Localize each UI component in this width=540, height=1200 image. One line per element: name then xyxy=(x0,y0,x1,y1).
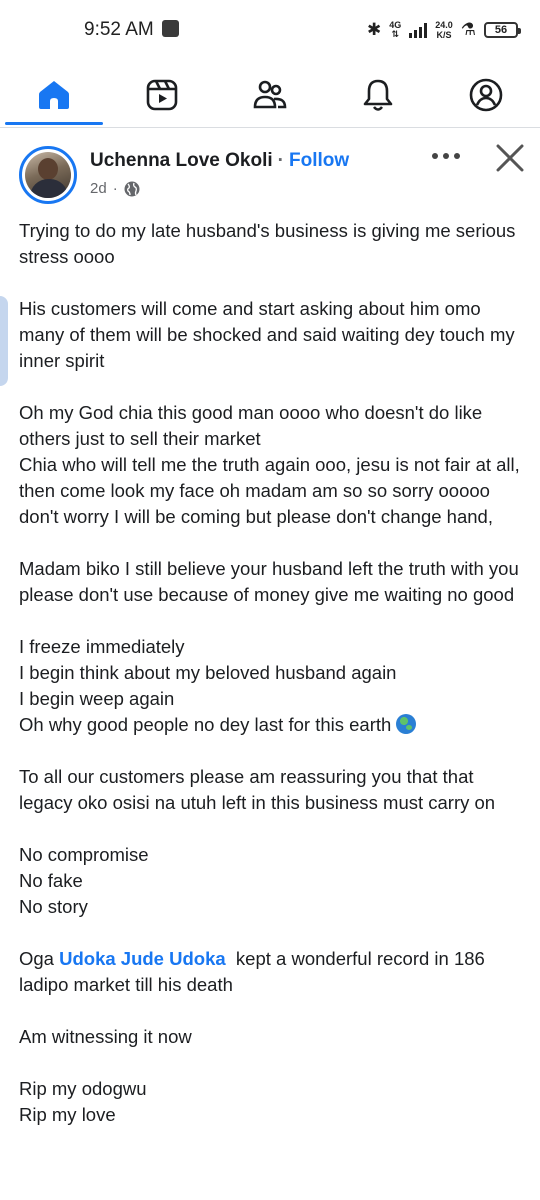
post-paragraph: Oga Udoka Jude Udoka kept a wonderful re… xyxy=(19,946,529,998)
post-line: To all our customers please am reassurin… xyxy=(19,766,496,813)
post-line: No story xyxy=(19,896,88,917)
author-name[interactable]: Uchenna Love Okoli xyxy=(90,150,273,171)
nav-home[interactable] xyxy=(4,64,104,126)
post-time[interactable]: 2d xyxy=(90,180,107,197)
top-nav-bar xyxy=(0,64,540,126)
network-indicator: 4G ⇅ xyxy=(389,21,401,39)
scroll-edge-indicator xyxy=(0,296,8,386)
nav-video[interactable] xyxy=(112,64,212,126)
post-author-line: Uchenna Love Okoli · Follow xyxy=(90,150,349,172)
meta-separator: · xyxy=(112,180,118,197)
post-line: Trying to do my late husband's business … xyxy=(19,220,516,267)
status-bar: 9:52 AM ✱ 4G ⇅ 24.0 K/S ⚗ 56 xyxy=(0,0,540,60)
mention-link[interactable]: Udoka Jude Udoka xyxy=(59,948,226,969)
post-meta: 2d · xyxy=(90,180,140,197)
home-icon xyxy=(39,81,69,109)
post-line: Oh why good people no dey last for this … xyxy=(19,712,529,738)
avatar-face xyxy=(38,158,58,180)
post-line: Madam biko I still believe your husband … xyxy=(19,558,519,605)
bell-icon xyxy=(363,79,393,111)
bluetooth-icon: ✱ xyxy=(366,20,382,39)
status-time: 9:52 AM xyxy=(84,19,154,40)
post-paragraph: Oh my God chia this good man oooo who do… xyxy=(19,400,529,530)
video-icon xyxy=(146,79,178,111)
post-line-text: Oh why good people no dey last for this … xyxy=(19,714,392,735)
friends-icon xyxy=(253,80,287,109)
post-line: Am witnessing it now xyxy=(19,1026,192,1047)
post-line: I begin weep again xyxy=(19,688,175,709)
speed-value: 24.0 xyxy=(435,20,453,30)
post-paragraph: His customers will come and start asking… xyxy=(19,296,529,374)
active-tab-indicator xyxy=(5,122,103,125)
globe-icon xyxy=(124,181,140,196)
mention-prefix: Oga xyxy=(19,948,60,969)
post-paragraph: To all our customers please am reassurin… xyxy=(19,764,529,816)
signal-icon xyxy=(409,22,428,38)
post-paragraph: Rip my odogwu Rip my love xyxy=(19,1076,529,1128)
close-icon[interactable] xyxy=(492,140,528,176)
flask-icon: ⚗ xyxy=(460,20,476,39)
author-separator: · xyxy=(277,150,284,171)
post-paragraph: No compromise No fake No story xyxy=(19,842,529,920)
post-line: No fake xyxy=(19,870,83,891)
nav-notifications[interactable] xyxy=(328,64,428,126)
data-arrows-icon: ⇅ xyxy=(391,29,399,39)
dot xyxy=(454,153,460,159)
profile-icon xyxy=(469,78,503,112)
dot xyxy=(443,153,449,159)
post-paragraph: Am witnessing it now xyxy=(19,1024,529,1050)
avatar-body xyxy=(30,179,68,198)
gallery-notification-icon xyxy=(162,20,179,37)
post-line: No compromise xyxy=(19,844,149,865)
post-paragraph: Madam biko I still believe your husband … xyxy=(19,556,529,608)
post-line: Rip my odogwu xyxy=(19,1078,147,1099)
earth-globe-icon xyxy=(396,714,417,734)
avatar-photo xyxy=(25,152,71,198)
nav-profile[interactable] xyxy=(436,64,536,126)
author-avatar[interactable] xyxy=(19,146,77,204)
speed-indicator: 24.0 K/S xyxy=(435,20,453,40)
speed-unit: K/S xyxy=(436,30,452,40)
status-icons: ✱ 4G ⇅ 24.0 K/S ⚗ 56 xyxy=(366,16,521,44)
post-text: Trying to do my late husband's business … xyxy=(19,218,529,1154)
post-line: I freeze immediately xyxy=(19,636,185,657)
post-line: Chia who will tell me the truth again oo… xyxy=(19,454,520,527)
battery-icon: 56 xyxy=(484,22,521,38)
more-options-button[interactable] xyxy=(426,144,466,168)
post-line: Rip my love xyxy=(19,1104,116,1125)
post-line: I begin think about my beloved husband a… xyxy=(19,662,397,683)
post-paragraph: I freeze immediately I begin think about… xyxy=(19,634,529,738)
nav-divider xyxy=(0,127,540,128)
post-line: Oh my God chia this good man oooo who do… xyxy=(19,402,483,449)
follow-button[interactable]: Follow xyxy=(289,150,349,171)
battery-level: 56 xyxy=(494,24,508,36)
post-line: His customers will come and start asking… xyxy=(19,298,515,371)
post-paragraph: Trying to do my late husband's business … xyxy=(19,218,529,270)
dot xyxy=(432,153,438,159)
nav-friends[interactable] xyxy=(220,64,320,126)
